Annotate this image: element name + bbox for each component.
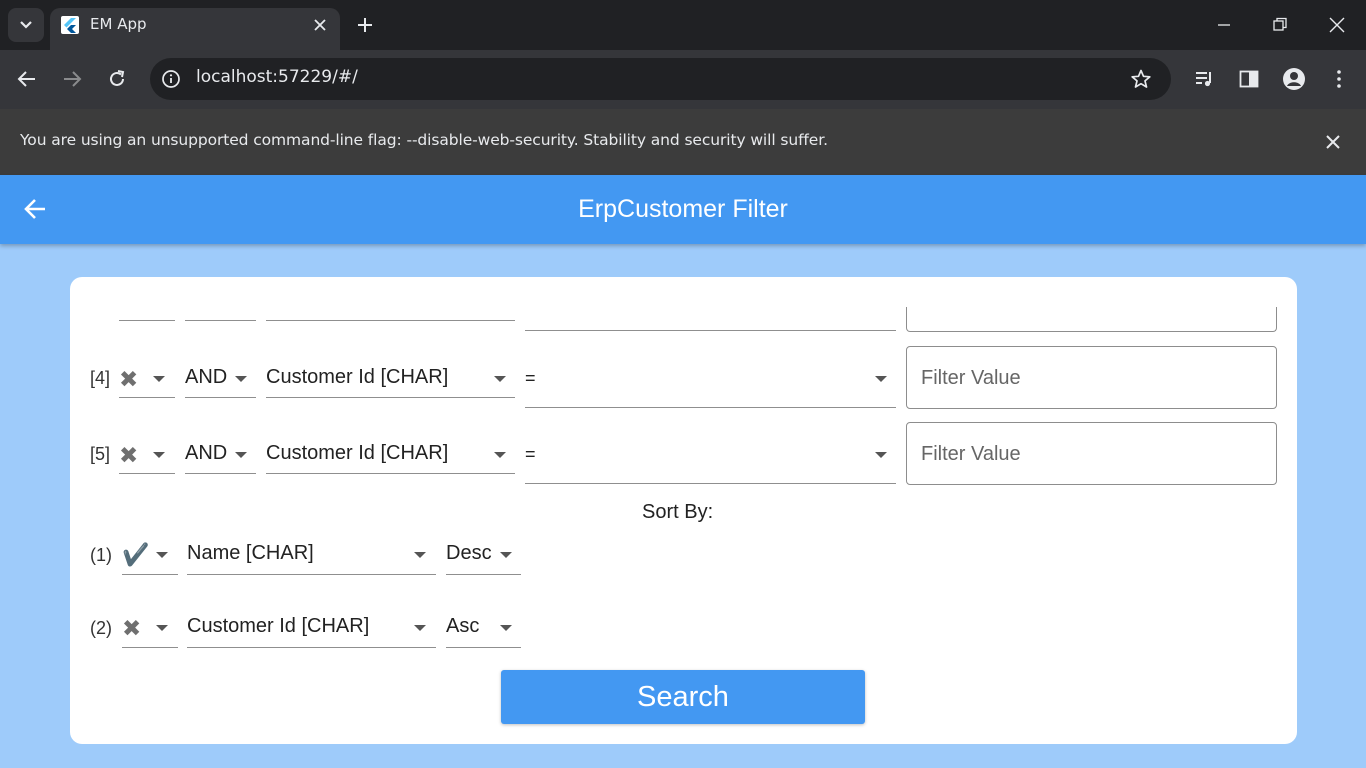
filter-row-index: [5] [90, 444, 111, 464]
dropdown-arrow-icon [500, 552, 512, 558]
filter-logic-dropdown[interactable]: AND [185, 366, 256, 399]
sort-direction-value: Desc [446, 542, 492, 564]
filter-value-input[interactable]: Filter Value [906, 422, 1277, 485]
underline [187, 574, 436, 575]
logic-value: AND [185, 366, 228, 388]
filter-value-placeholder: Filter Value [921, 443, 1021, 465]
minimize-icon[interactable] [1214, 15, 1234, 35]
site-info-icon[interactable] [161, 69, 181, 89]
tab-close-icon[interactable] [311, 16, 329, 34]
underline [119, 473, 175, 474]
sort-field-dropdown[interactable]: Name [CHAR] [187, 541, 436, 575]
dropdown-arrow-icon [235, 376, 247, 382]
underline [185, 397, 256, 398]
sort-row-index: (1) [90, 545, 112, 565]
sort-field-value: Name [CHAR] [187, 542, 314, 564]
sort-direction-value: Asc [446, 615, 480, 637]
underline [122, 647, 178, 648]
dropdown-arrow-icon [494, 452, 506, 458]
dropdown-arrow-icon [875, 452, 887, 458]
operator-value: = [525, 444, 536, 464]
filter-value-placeholder: Filter Value [921, 367, 1021, 389]
filter-enabled-dropdown[interactable]: ✖ [119, 366, 175, 399]
underline [187, 647, 436, 648]
tab-search-button[interactable] [8, 8, 44, 42]
operator-value: = [525, 368, 536, 388]
restore-icon[interactable] [1270, 15, 1290, 35]
cross-mark-icon: ✖ [119, 366, 139, 392]
flutter-favicon-icon [61, 16, 79, 34]
filter-field-dropdown[interactable]: Customer Id [CHAR] [266, 366, 515, 399]
media-control-icon[interactable] [1193, 68, 1215, 90]
sort-by-label: Sort By: [642, 501, 714, 523]
url-text[interactable]: localhost:57229/#/ [196, 67, 358, 87]
dropdown-arrow-icon [235, 452, 247, 458]
dropdown-arrow-icon [414, 552, 426, 558]
bookmark-star-icon[interactable] [1130, 68, 1152, 90]
filter-row-index: [4] [90, 368, 111, 388]
dropdown-arrow-icon [414, 625, 426, 631]
underline [266, 397, 515, 398]
side-panel-icon[interactable] [1238, 68, 1260, 90]
tab-title: EM App [90, 15, 147, 33]
sort-row-index: (2) [90, 618, 112, 638]
dropdown-arrow-icon [500, 625, 512, 631]
filter-field-dropdown[interactable]: Customer Id [CHAR] [266, 442, 515, 475]
sort-direction-dropdown[interactable]: Desc [446, 541, 521, 575]
kebab-menu-icon[interactable] [1328, 68, 1350, 90]
cross-mark-icon: ✖ [122, 615, 142, 641]
underline [266, 473, 515, 474]
underline [525, 407, 896, 408]
filter-card: [4] ✖ AND Customer Id [CHAR] = Filter Va… [70, 277, 1297, 744]
dropdown-arrow-icon [156, 625, 168, 631]
sort-enabled-dropdown[interactable]: ✔️ [122, 541, 178, 575]
field-value: Customer Id [CHAR] [266, 442, 449, 464]
underline [185, 473, 256, 474]
filter-operator-dropdown[interactable]: = [525, 442, 896, 485]
filter-enabled-dropdown[interactable]: ✖ [119, 442, 175, 475]
underline [122, 574, 178, 575]
underline [119, 397, 175, 398]
scrolled-row-operator-underline [525, 330, 896, 331]
check-mark-icon: ✔️ [122, 542, 150, 567]
cross-mark-icon: ✖ [119, 442, 139, 468]
field-value: Customer Id [CHAR] [266, 366, 449, 388]
filter-operator-dropdown[interactable]: = [525, 366, 896, 409]
back-icon[interactable] [16, 68, 38, 90]
chevron-down-icon [20, 21, 32, 29]
dropdown-arrow-icon [875, 376, 887, 382]
window-close-icon[interactable] [1327, 15, 1347, 35]
forward-icon[interactable] [61, 68, 83, 90]
scrolled-row-value-field [906, 307, 1277, 332]
dropdown-arrow-icon [153, 376, 165, 382]
sort-field-dropdown[interactable]: Customer Id [CHAR] [187, 614, 436, 648]
dropdown-arrow-icon [153, 452, 165, 458]
underline [446, 647, 521, 648]
scrolled-row-logic-underline [185, 320, 256, 321]
scrolled-row-enabled-underline [119, 320, 175, 321]
scrolled-row-field-underline [266, 320, 515, 321]
dropdown-arrow-icon [156, 552, 168, 558]
sort-field-value: Customer Id [CHAR] [187, 615, 370, 637]
sort-enabled-dropdown[interactable]: ✖ [122, 614, 178, 648]
search-button[interactable]: Search [501, 670, 865, 724]
dropdown-arrow-icon [494, 376, 506, 382]
new-tab-icon[interactable] [355, 15, 375, 35]
underline [446, 574, 521, 575]
reload-icon[interactable] [106, 68, 128, 90]
filter-logic-dropdown[interactable]: AND [185, 442, 256, 475]
sort-direction-dropdown[interactable]: Asc [446, 614, 521, 648]
logic-value: AND [185, 442, 228, 464]
page-title: ErpCustomer Filter [578, 195, 788, 223]
underline [525, 483, 896, 484]
filter-value-input[interactable]: Filter Value [906, 346, 1277, 409]
infobar-close-icon[interactable] [1324, 133, 1342, 151]
infobar-message: You are using an unsupported command-lin… [20, 131, 828, 149]
profile-avatar-icon[interactable] [1282, 67, 1306, 91]
